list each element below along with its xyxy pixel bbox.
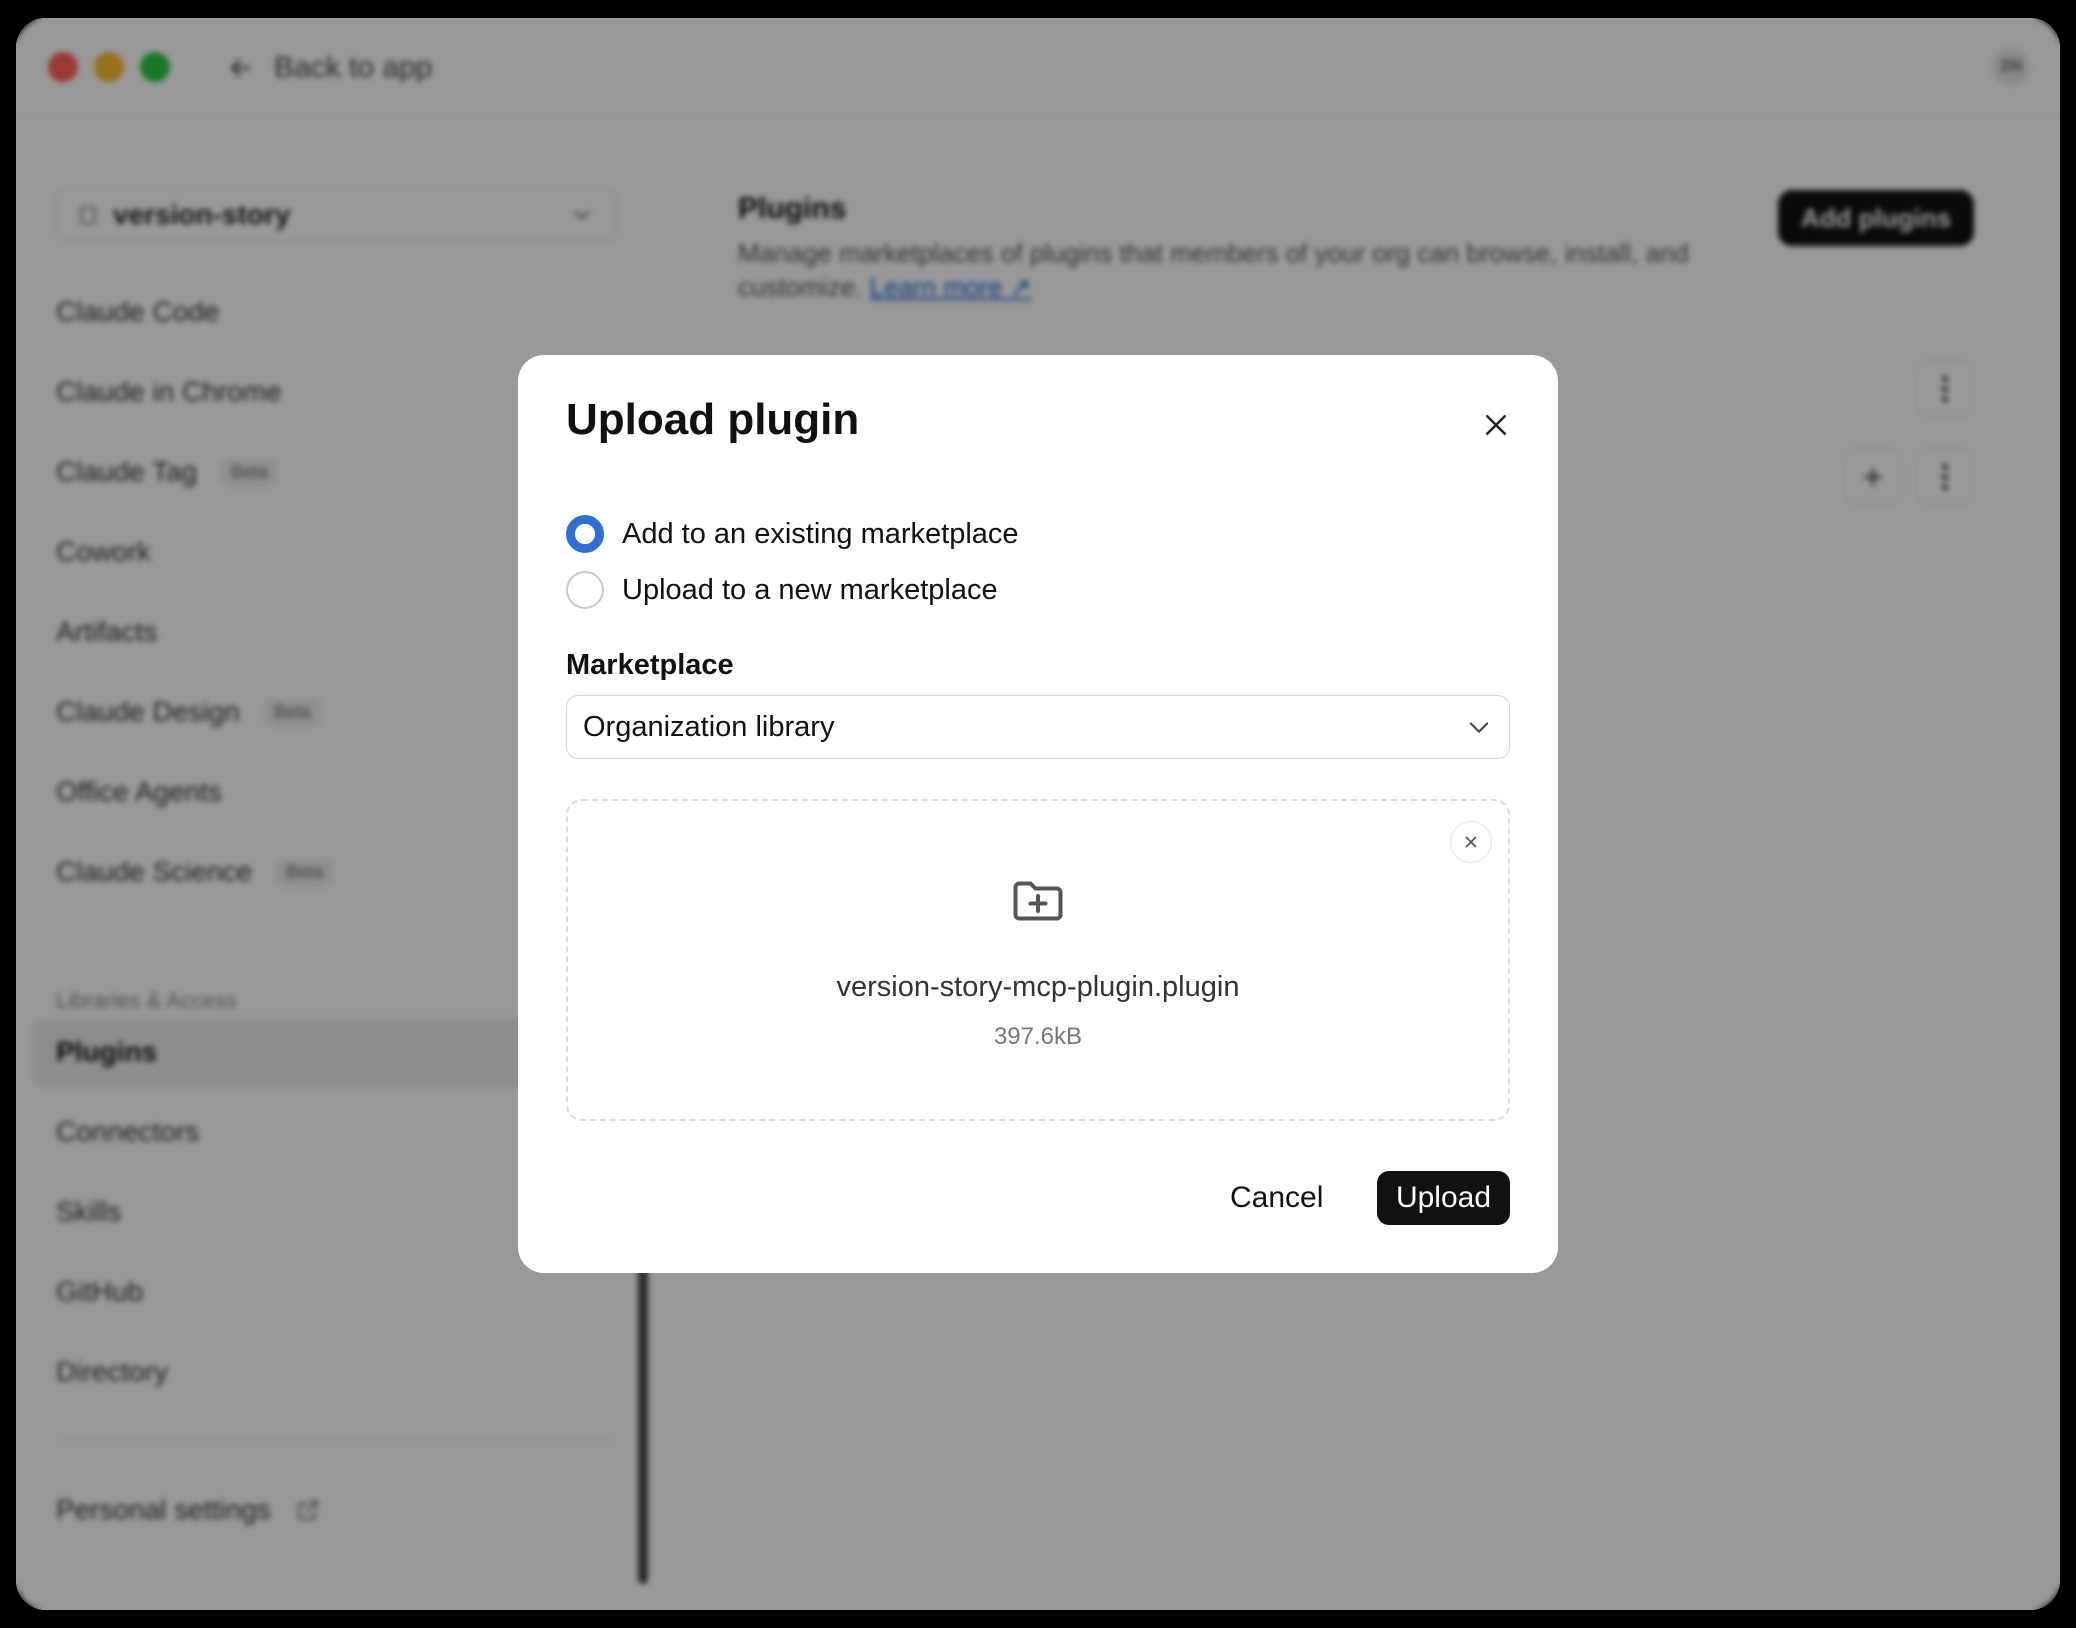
option-new-marketplace[interactable]: Upload to a new marketplace	[566, 571, 998, 609]
radio-new-marketplace[interactable]	[566, 571, 604, 609]
option-label: Add to an existing marketplace	[622, 517, 1019, 550]
upload-button[interactable]: Upload	[1377, 1171, 1510, 1225]
close-icon	[1465, 836, 1477, 848]
option-existing-marketplace[interactable]: Add to an existing marketplace	[566, 515, 1019, 553]
dialog-title: Upload plugin	[566, 395, 860, 444]
remove-file-button[interactable]	[1450, 821, 1492, 863]
upload-plugin-dialog: Upload plugin Add to an existing marketp…	[518, 355, 1558, 1273]
file-size: 397.6kB	[993, 1023, 1083, 1050]
folder-plus-icon	[1013, 881, 1063, 921]
marketplace-value: Organization library	[583, 710, 835, 743]
option-label: Upload to a new marketplace	[622, 573, 998, 606]
marketplace-select[interactable]: Organization library	[566, 695, 1510, 759]
chevron-down-icon	[1469, 722, 1489, 734]
file-name: version-story-mcp-plugin.plugin	[836, 971, 1240, 1003]
file-dropzone[interactable]: version-story-mcp-plugin.plugin 397.6kB	[566, 799, 1510, 1121]
close-icon	[1486, 415, 1506, 435]
marketplace-label: Marketplace	[566, 649, 734, 681]
radio-existing-marketplace[interactable]	[566, 515, 604, 553]
cancel-button[interactable]: Cancel	[1218, 1171, 1335, 1225]
close-dialog-button[interactable]	[1474, 403, 1518, 447]
